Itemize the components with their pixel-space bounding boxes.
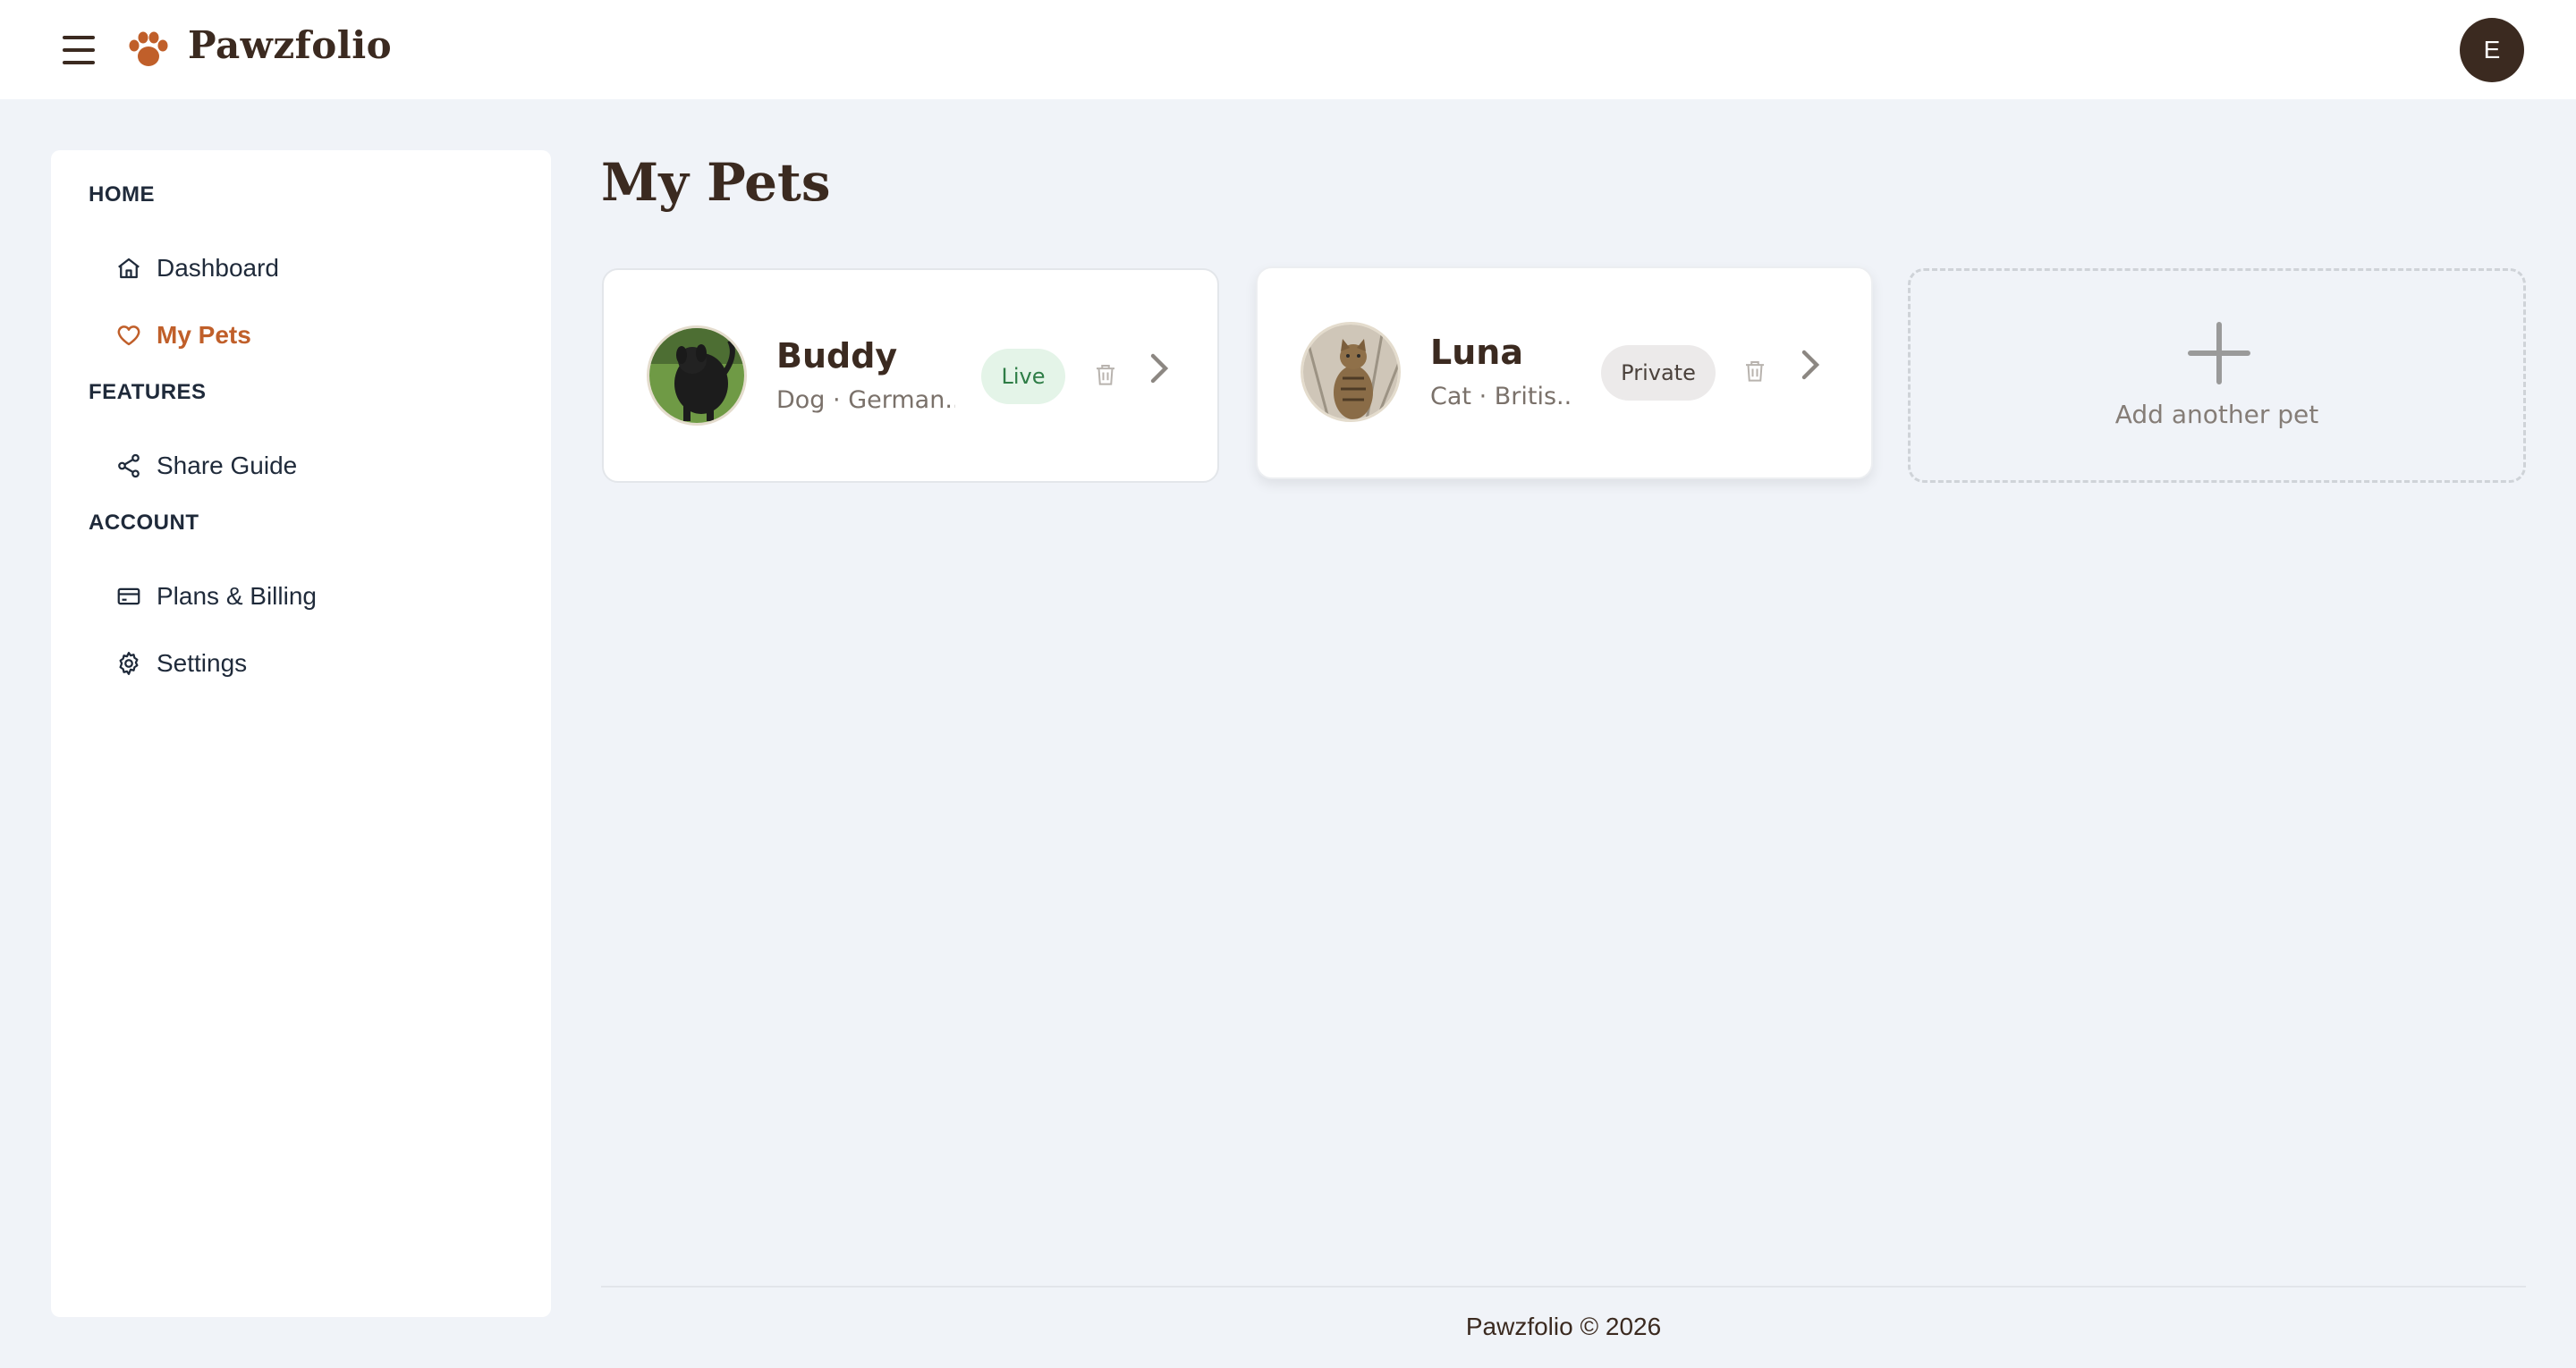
- sidebar-heading-home: HOME: [89, 182, 155, 207]
- add-pet-label: Add another pet: [2114, 400, 2319, 429]
- footer-divider: [601, 1286, 2526, 1288]
- pet-photo: [1301, 322, 1401, 422]
- menu-icon[interactable]: [63, 36, 98, 64]
- chevron-right-icon[interactable]: [1799, 347, 1824, 383]
- sidebar-item-share-guide[interactable]: Share Guide: [114, 443, 525, 488]
- pet-name: Buddy: [776, 336, 898, 376]
- pet-species-breed: Dog · German...: [776, 386, 955, 414]
- heart-icon: [114, 320, 144, 350]
- pet-card-buddy[interactable]: Buddy Dog · German... Live: [602, 268, 1219, 483]
- sidebar-item-my-pets[interactable]: My Pets: [114, 313, 525, 358]
- top-bar: Pawzfolio E: [0, 0, 2576, 99]
- sidebar-item-label: My Pets: [157, 321, 251, 349]
- sidebar-heading-account: ACCOUNT: [89, 511, 199, 535]
- sidebar: HOME Dashboard My Pets FEATURES Share Gu…: [51, 150, 551, 1317]
- pet-name: Luna: [1430, 333, 1523, 372]
- pet-card-luna[interactable]: Luna Cat · Britis... Private: [1256, 266, 1873, 479]
- sidebar-item-settings[interactable]: Settings: [114, 641, 525, 686]
- status-badge: Private: [1601, 345, 1716, 401]
- sidebar-item-label: Settings: [157, 649, 248, 677]
- sidebar-heading-features: FEATURES: [89, 380, 207, 404]
- trash-icon[interactable]: [1092, 359, 1119, 390]
- page-title: My Pets: [601, 152, 831, 213]
- brand-name[interactable]: Pawzfolio: [188, 23, 392, 67]
- credit-card-icon: [114, 581, 144, 612]
- footer-copyright: Pawzfolio © 2026: [1465, 1313, 1662, 1340]
- pet-photo: [647, 325, 747, 426]
- sidebar-item-plans-billing[interactable]: Plans & Billing: [114, 574, 525, 619]
- add-pet-button[interactable]: Add another pet: [1908, 268, 2526, 483]
- sidebar-item-dashboard[interactable]: Dashboard: [114, 246, 525, 291]
- sidebar-item-label: Plans & Billing: [157, 582, 317, 610]
- user-avatar[interactable]: E: [2460, 18, 2524, 82]
- paw-logo-icon: [129, 31, 168, 66]
- sidebar-item-label: Dashboard: [157, 254, 279, 282]
- share-icon: [114, 451, 144, 481]
- home-icon: [114, 253, 144, 283]
- trash-icon[interactable]: [1741, 356, 1768, 386]
- gear-icon: [114, 648, 144, 679]
- plus-icon: [2188, 322, 2250, 384]
- status-badge: Live: [981, 349, 1065, 404]
- sidebar-item-label: Share Guide: [157, 452, 298, 479]
- pet-species-breed: Cat · Britis...: [1430, 383, 1573, 410]
- chevron-right-icon[interactable]: [1148, 350, 1173, 386]
